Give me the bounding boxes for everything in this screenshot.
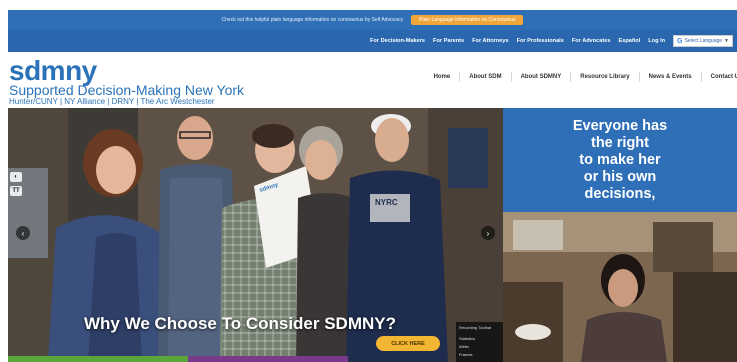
nav-for-professionals[interactable]: For Professionals [517,38,564,44]
recording-toolbar-row: Frames [459,352,473,357]
nav-espanol[interactable]: Español [619,38,641,44]
mission-panel: Everyone has the right to make her or hi… [503,108,737,212]
nav-for-attorneys[interactable]: For Attorneys [472,38,508,44]
recording-toolbar[interactable]: Recording Toolbar Statistics Webc Frames [456,322,506,362]
nav-for-decision-makers[interactable]: For Decision-Makers [370,38,425,44]
mission-line: decisions, [584,185,656,202]
webcam-image [503,212,737,362]
top-nav: For Decision-Makers For Parents For Atto… [8,30,737,52]
language-select[interactable]: G Select Language ▼ [673,35,733,47]
chevron-down-icon: ▼ [724,38,729,44]
mission-line: or his own [583,168,657,185]
video-call-feed [503,212,737,362]
slider-prev-button[interactable]: ‹ [16,226,30,240]
recording-toolbar-title: Recording Toolbar [459,325,492,330]
hero-slider: sdmny NYRC ◐ TT ‹ › Why We Choose To Con… [8,108,503,362]
language-select-label: Select Language [684,38,723,44]
recording-toolbar-row: Statistics [459,336,476,341]
main-nav-about-sdm[interactable]: About SDM [460,72,512,82]
mission-line: Everyone has [572,117,668,134]
main-nav-contact[interactable]: Contact U [702,72,737,82]
hero-shirt-text: NYRC [375,198,398,207]
nav-log-in[interactable]: Log In [648,38,665,44]
text-size-icon[interactable]: TT [10,186,22,196]
partner-list: Hunter/CUNY | NY Alliance | DRNY | The A… [9,97,215,106]
slider-next-button[interactable]: › [481,226,495,240]
recording-toolbar-row: Webc [459,344,470,349]
site-tagline: Supported Decision-Making New York [9,82,245,98]
nav-for-advocates[interactable]: For Advocates [572,38,611,44]
announcement-text: Check out this helpful plain language in… [221,17,404,23]
mission-line: to make her [579,151,661,168]
accessibility-tools: ◐ TT [10,172,24,196]
hero-caption: Why We Choose To Consider SDMNY? [84,314,396,333]
main-nav-resource-library[interactable]: Resource Library [571,72,640,82]
site-logo[interactable]: sdmny [9,57,97,85]
nav-for-parents[interactable]: For Parents [433,38,464,44]
main-nav-about-sdmny[interactable]: About SDMNY [512,72,572,82]
mission-line: the right [591,134,649,151]
announcement-bar: Check out this helpful plain language in… [8,10,737,30]
main-nav: Home About SDM About SDMNY Resource Libr… [425,72,737,82]
click-here-button[interactable]: CLICK HERE [376,336,440,351]
main-nav-news-events[interactable]: News & Events [640,72,702,82]
site-header: sdmny Supported Decision-Making New York… [8,52,737,108]
main-nav-home[interactable]: Home [425,72,461,82]
contrast-icon[interactable]: ◐ [10,172,22,182]
google-translate-icon: G [677,37,683,45]
coronavirus-info-button[interactable]: Plain Language Information on Coronaviru… [411,15,524,25]
